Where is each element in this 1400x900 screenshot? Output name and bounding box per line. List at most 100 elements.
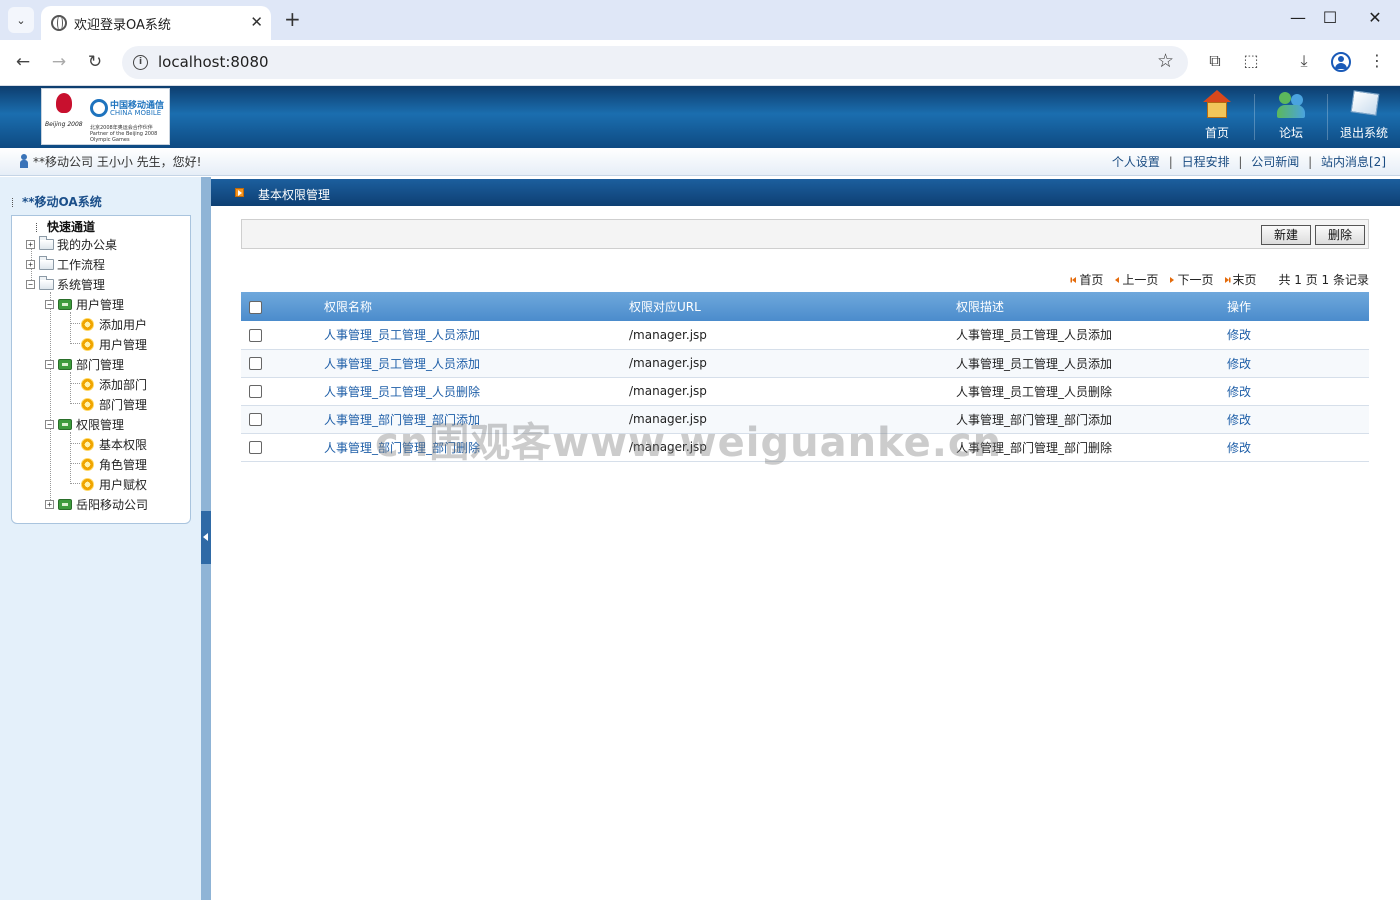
nav-forum[interactable]: 论坛 <box>1256 90 1326 146</box>
url-text[interactable]: localhost:8080 <box>158 53 269 71</box>
left-sidebar: **移动OA系统 快速通道 + 我的办公桌 + 工作流程 − 系统管理 − 用户管理 添… <box>0 177 201 900</box>
select-all-checkbox[interactable] <box>249 300 262 314</box>
pager-first[interactable]: 首页 <box>1072 271 1103 288</box>
delete-button[interactable]: 删除 <box>1315 225 1365 245</box>
link-separator: | <box>1238 155 1243 169</box>
company-logo: Beijing 2008 中国移动通信 CHINA MOBILE 北京2008年… <box>41 88 170 145</box>
row-checkbox[interactable] <box>249 441 262 454</box>
expand-plus-icon[interactable]: + <box>26 239 35 249</box>
collapse-minus-icon[interactable]: − <box>26 279 35 289</box>
module-icon <box>58 418 72 430</box>
tree-user-mgmt-leaf[interactable]: 用户管理 <box>81 334 147 354</box>
new-tab-plus-icon[interactable]: + <box>284 7 301 31</box>
browser-tabstrip: ⌄ 欢迎登录OA系统 ✕ + — ☐ ✕ <box>0 0 1400 40</box>
action-toolbar: 新建 删除 <box>241 219 1369 249</box>
tree-perm-mgmt[interactable]: − 权限管理 <box>45 414 124 434</box>
expand-plus-icon[interactable]: + <box>26 259 35 269</box>
back-arrow-icon[interactable]: ← <box>11 52 35 72</box>
profile-avatar-icon[interactable] <box>1331 52 1351 72</box>
pager-last[interactable]: 末页 <box>1225 271 1256 288</box>
more-menu-icon[interactable]: ⋮ <box>1366 51 1388 70</box>
minimize-icon[interactable]: — <box>1283 8 1313 27</box>
maximize-icon[interactable]: ☐ <box>1315 8 1345 27</box>
edit-link[interactable]: 修改 <box>1227 328 1251 342</box>
pager-prev[interactable]: 上一页 <box>1115 271 1158 288</box>
nav-home[interactable]: 首页 <box>1182 90 1252 146</box>
permission-desc: 人事管理_员工管理_人员删除 <box>956 384 1113 399</box>
permission-desc: 人事管理_员工管理_人员添加 <box>956 356 1113 371</box>
collapse-minus-icon[interactable]: − <box>45 419 54 429</box>
screenshot-icon[interactable]: ⧉ <box>1204 51 1226 71</box>
collapse-minus-icon[interactable]: − <box>45 299 54 309</box>
tree-user-mgmt[interactable]: − 用户管理 <box>45 294 124 314</box>
quick-channel-header: 快速通道 <box>36 218 95 235</box>
table-row: 人事管理_员工管理_人员删除 /manager.jsp 人事管理_员工管理_人员… <box>241 377 1369 405</box>
row-checkbox[interactable] <box>249 328 262 342</box>
tree-user-grant[interactable]: 用户赋权 <box>81 474 147 494</box>
module-icon <box>58 358 72 370</box>
logo-en-text: CHINA MOBILE <box>110 109 162 117</box>
module-icon <box>58 298 72 310</box>
forward-arrow-icon[interactable]: → <box>47 52 71 72</box>
edit-link[interactable]: 修改 <box>1227 357 1251 371</box>
browser-toolbar: ← → ↻ i localhost:8080 ☆ ⧉ ⬚ ⤓ ⋮ <box>0 40 1400 86</box>
edit-link[interactable]: 修改 <box>1227 413 1251 427</box>
permission-url: /manager.jsp <box>629 327 707 342</box>
pager-next[interactable]: 下一页 <box>1170 271 1213 288</box>
permission-name-link[interactable]: 人事管理_员工管理_人员删除 <box>324 385 480 399</box>
page-title-bar: 基本权限管理 <box>211 179 1400 206</box>
forum-icon <box>1277 90 1305 120</box>
tree-dept-mgmt-leaf[interactable]: 部门管理 <box>81 394 147 414</box>
row-checkbox[interactable] <box>249 413 262 426</box>
user-info-bar: **移动公司 王小小 先生，您好! 个人设置 | 日程安排 | 公司新闻 | 站… <box>0 148 1400 176</box>
collapse-sidebar-arrow-icon[interactable] <box>201 511 211 564</box>
new-button[interactable]: 新建 <box>1261 225 1311 245</box>
edit-link[interactable]: 修改 <box>1227 441 1251 455</box>
nav-logout-label: 退出系统 <box>1339 126 1388 140</box>
logo-beijing-text: Beijing 2008 <box>45 121 83 128</box>
col-header-op: 操作 <box>1227 300 1252 314</box>
window-close-icon[interactable]: ✕ <box>1360 8 1390 27</box>
tree-dept-mgmt[interactable]: − 部门管理 <box>45 354 124 374</box>
expand-plus-icon[interactable]: + <box>45 499 54 509</box>
address-bar[interactable]: i localhost:8080 ☆ <box>122 46 1188 79</box>
site-info-icon[interactable]: i <box>133 55 148 70</box>
tab-title: 欢迎登录OA系统 <box>74 18 171 33</box>
download-icon[interactable]: ⤓ <box>1293 51 1315 71</box>
col-header-url: 权限对应URL <box>629 300 701 314</box>
row-checkbox[interactable] <box>249 357 262 370</box>
main-content: 基本权限管理 新建 删除 首页 上一页 下一页 末页 共 1 页 1 条记录 权… <box>211 177 1400 900</box>
collapse-minus-icon[interactable]: − <box>45 359 54 369</box>
china-mobile-logo-icon <box>90 99 108 117</box>
link-personal-settings[interactable]: 个人设置 <box>1112 155 1160 169</box>
nav-logout[interactable]: 退出系统 <box>1329 90 1399 146</box>
bookmark-star-icon[interactable]: ☆ <box>1157 50 1174 72</box>
extensions-icon[interactable]: ⬚ <box>1240 51 1262 70</box>
link-site-messages[interactable]: 站内消息[2] <box>1321 155 1386 169</box>
tree-my-office[interactable]: + 我的办公桌 <box>26 234 117 254</box>
reload-icon[interactable]: ↻ <box>83 52 107 72</box>
gear-icon <box>81 397 94 411</box>
tab-search-chevron-icon[interactable]: ⌄ <box>8 7 34 33</box>
tab-close-icon[interactable]: ✕ <box>250 13 263 31</box>
table-row: 人事管理_员工管理_人员添加 /manager.jsp 人事管理_员工管理_人员… <box>241 321 1369 349</box>
permission-name-link[interactable]: 人事管理_员工管理_人员添加 <box>324 328 480 342</box>
link-separator: | <box>1308 155 1313 169</box>
link-schedule[interactable]: 日程安排 <box>1182 155 1230 169</box>
tree-role-mgmt[interactable]: 角色管理 <box>81 454 147 474</box>
welcome-text: **移动公司 王小小 先生，您好! <box>33 155 202 169</box>
tree-system-mgmt[interactable]: − 系统管理 <box>26 274 105 294</box>
tree-add-dept[interactable]: 添加部门 <box>81 374 147 394</box>
browser-tab[interactable]: 欢迎登录OA系统 ✕ <box>41 6 271 40</box>
tree-workflow[interactable]: + 工作流程 <box>26 254 105 274</box>
last-page-icon <box>1225 276 1230 283</box>
tree-yueyang[interactable]: + 岳阳移动公司 <box>45 494 148 514</box>
link-company-news[interactable]: 公司新闻 <box>1251 155 1299 169</box>
edit-link[interactable]: 修改 <box>1227 385 1251 399</box>
permission-name-link[interactable]: 人事管理_员工管理_人员添加 <box>324 357 480 371</box>
tree-basic-perm[interactable]: 基本权限 <box>81 434 147 454</box>
logout-icon <box>1350 90 1380 120</box>
row-checkbox[interactable] <box>249 385 262 398</box>
tree-add-user[interactable]: 添加用户 <box>81 314 147 334</box>
home-icon <box>1203 90 1231 120</box>
